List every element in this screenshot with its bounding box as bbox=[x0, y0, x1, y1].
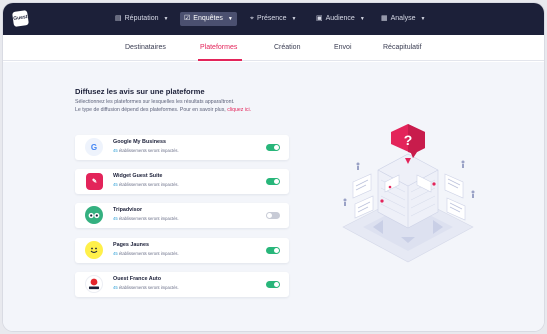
step-tabs: Destinataires Plateformes Création Envoi… bbox=[3, 35, 544, 61]
chevron-down-icon: ▼ bbox=[359, 16, 365, 22]
question-mark-icon: ? bbox=[404, 132, 413, 148]
app-window: Guest ▤ Réputation ▼ ☑ Enquêtes ▼ ⌖ Prés… bbox=[3, 3, 544, 331]
learn-more-link[interactable]: cliquez ici. bbox=[227, 107, 251, 113]
platform-toggle[interactable] bbox=[266, 178, 280, 185]
platform-name: Google My Business bbox=[113, 139, 167, 145]
toggle-knob bbox=[267, 213, 272, 218]
auto-logo-icon bbox=[89, 278, 99, 290]
platform-name: Widget Guest Suite bbox=[113, 173, 163, 179]
owl-eyes-icon bbox=[88, 212, 100, 219]
impact-count: 45 bbox=[113, 285, 118, 290]
nav-item-analyse[interactable]: ▦ Analyse ▼ bbox=[377, 12, 429, 26]
platform-card-pagesjaunes: Pages Jaunes 45 établissements seront im… bbox=[75, 238, 289, 263]
platform-toggle[interactable] bbox=[266, 212, 280, 219]
chevron-down-icon: ▼ bbox=[291, 16, 297, 22]
tab-recapitulatif[interactable]: Récapitulatif bbox=[383, 44, 422, 51]
toggle-knob bbox=[274, 248, 279, 253]
nav-item-enquetes[interactable]: ☑ Enquêtes ▼ bbox=[180, 12, 237, 26]
platform-card-ouestfranceauto: Ouest France Auto 45 établissements sero… bbox=[75, 272, 289, 297]
tab-envoi[interactable]: Envoi bbox=[334, 44, 352, 51]
description-text: Le type de diffusion dépend des platefor… bbox=[75, 107, 226, 113]
ouestfranceauto-icon bbox=[85, 275, 103, 293]
impact-count: 45 bbox=[113, 182, 118, 187]
guestsuite-icon: ✎ bbox=[86, 173, 103, 190]
platform-toggle[interactable] bbox=[266, 247, 280, 254]
nav-item-reputation[interactable]: ▤ Réputation ▼ bbox=[111, 12, 172, 26]
smiley-icon bbox=[90, 247, 98, 254]
platform-impact: 45 établissements seront impactés. bbox=[113, 148, 179, 153]
platform-impact: 45 établissements seront impactés. bbox=[113, 182, 179, 187]
survey-icon: ☑ bbox=[184, 15, 191, 22]
nav-item-presence[interactable]: ⌖ Présence ▼ bbox=[246, 12, 300, 26]
platform-impact: 45 établissements seront impactés. bbox=[113, 285, 179, 290]
platform-card-google: G Google My Business 45 établissements s… bbox=[75, 135, 289, 160]
chevron-down-icon: ▼ bbox=[420, 16, 426, 22]
toggle-knob bbox=[274, 179, 279, 184]
platform-toggle[interactable] bbox=[266, 281, 280, 288]
chevron-down-icon: ▼ bbox=[163, 16, 169, 22]
impact-text: établissements seront impactés. bbox=[118, 148, 179, 153]
platform-name: Pages Jaunes bbox=[113, 242, 149, 248]
platform-toggle[interactable] bbox=[266, 144, 280, 151]
tab-destinataires[interactable]: Destinataires bbox=[125, 44, 166, 51]
nav-item-label: Enquêtes bbox=[193, 15, 223, 22]
impact-text: établissements seront impactés. bbox=[118, 182, 179, 187]
chart-icon: ▦ bbox=[381, 15, 388, 22]
page-description-2: Le type de diffusion dépend des platefor… bbox=[75, 107, 251, 113]
impact-text: établissements seront impactés. bbox=[118, 285, 179, 290]
platform-name: Ouest France Auto bbox=[113, 276, 162, 282]
top-navbar: Guest ▤ Réputation ▼ ☑ Enquêtes ▼ ⌖ Prés… bbox=[3, 3, 544, 35]
audience-icon: ▣ bbox=[316, 15, 323, 22]
pagesjaunes-icon bbox=[85, 241, 103, 259]
google-icon: G bbox=[85, 138, 103, 156]
impact-count: 45 bbox=[113, 148, 118, 153]
platform-impact: 45 établissements seront impactés. bbox=[113, 216, 179, 221]
impact-text: établissements seront impactés. bbox=[118, 251, 179, 256]
guestsuite-logo[interactable]: Guest bbox=[12, 10, 29, 27]
chevron-down-icon: ▼ bbox=[227, 16, 233, 22]
nav-item-audience[interactable]: ▣ Audience ▼ bbox=[312, 12, 369, 26]
platform-impact: 45 établissements seront impactés. bbox=[113, 251, 179, 256]
platform-card-tripadvisor: Tripadvisor 45 établissements seront imp… bbox=[75, 203, 289, 228]
page-description: Sélectionnez les plateformes sur lesquel… bbox=[75, 99, 235, 105]
impact-count: 45 bbox=[113, 216, 118, 221]
nav-item-label: Audience bbox=[325, 15, 355, 22]
main-content: Diffusez les avis sur une plateforme Sél… bbox=[3, 62, 544, 331]
location-pin-icon: ⌖ bbox=[250, 15, 254, 22]
active-tab-indicator bbox=[198, 59, 242, 61]
nav-item-label: Présence bbox=[256, 15, 287, 22]
platform-card-widget: ✎ Widget Guest Suite 45 établissements s… bbox=[75, 169, 289, 194]
page-title: Diffusez les avis sur une plateforme bbox=[75, 87, 205, 96]
toggle-knob bbox=[274, 145, 279, 150]
platforms-illustration: ? bbox=[342, 124, 475, 263]
impact-text: établissements seront impactés. bbox=[118, 216, 179, 221]
tripadvisor-icon bbox=[85, 206, 103, 224]
nav-item-label: Analyse bbox=[390, 15, 416, 22]
toggle-knob bbox=[274, 282, 279, 287]
platform-name: Tripadvisor bbox=[113, 207, 143, 213]
tab-plateformes[interactable]: Plateformes bbox=[200, 44, 237, 51]
message-icon: ▤ bbox=[115, 15, 122, 22]
nav-item-label: Réputation bbox=[124, 15, 159, 22]
impact-count: 45 bbox=[113, 251, 118, 256]
tab-creation[interactable]: Création bbox=[274, 44, 300, 51]
